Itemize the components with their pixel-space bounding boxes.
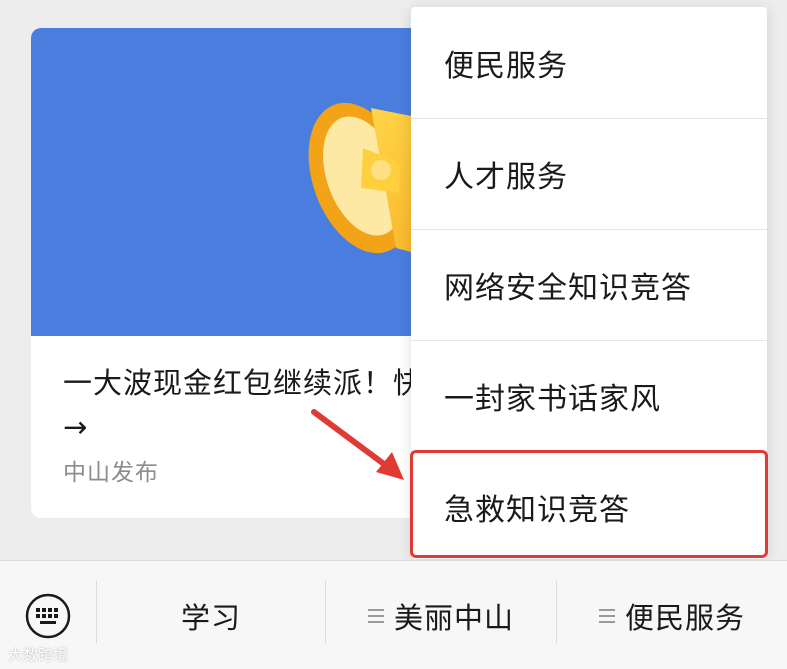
wechat-official-account-screen: 一大波现金红包继续派！快来 → 中山发布 便民服务 人才服务 网络安全知识竞答 … <box>0 0 787 669</box>
menu-item-convenience-services[interactable]: 便民服务 <box>411 7 767 118</box>
article-source: 中山发布 <box>63 460 159 486</box>
bottom-menu-bar: 学习 美丽中山 便民服务 <box>0 560 787 669</box>
watermark: 大数跨境 <box>8 646 69 664</box>
menu-lines-icon <box>598 608 615 623</box>
keyboard-icon <box>25 593 71 638</box>
menu-item-talent-services[interactable]: 人才服务 <box>411 118 767 229</box>
red-arrow-annotation-icon <box>311 409 404 480</box>
tab-study[interactable]: 学习 <box>97 561 325 669</box>
article-banner-image <box>31 28 471 336</box>
menu-lines-icon <box>367 608 384 623</box>
highlight-box-annotation <box>410 450 768 558</box>
menu-item-cybersecurity-quiz[interactable]: 网络安全知识竞答 <box>411 229 767 340</box>
tab-convenience-services-label: 便民服务 <box>624 600 745 635</box>
tab-convenience-services[interactable]: 便民服务 <box>557 561 787 669</box>
tab-beautiful-zhongshan-label: 美丽中山 <box>393 600 514 635</box>
tab-beautiful-zhongshan[interactable]: 美丽中山 <box>326 561 556 669</box>
tab-study-label: 学习 <box>180 600 241 635</box>
menu-item-family-letter[interactable]: 一封家书话家风 <box>411 340 767 451</box>
